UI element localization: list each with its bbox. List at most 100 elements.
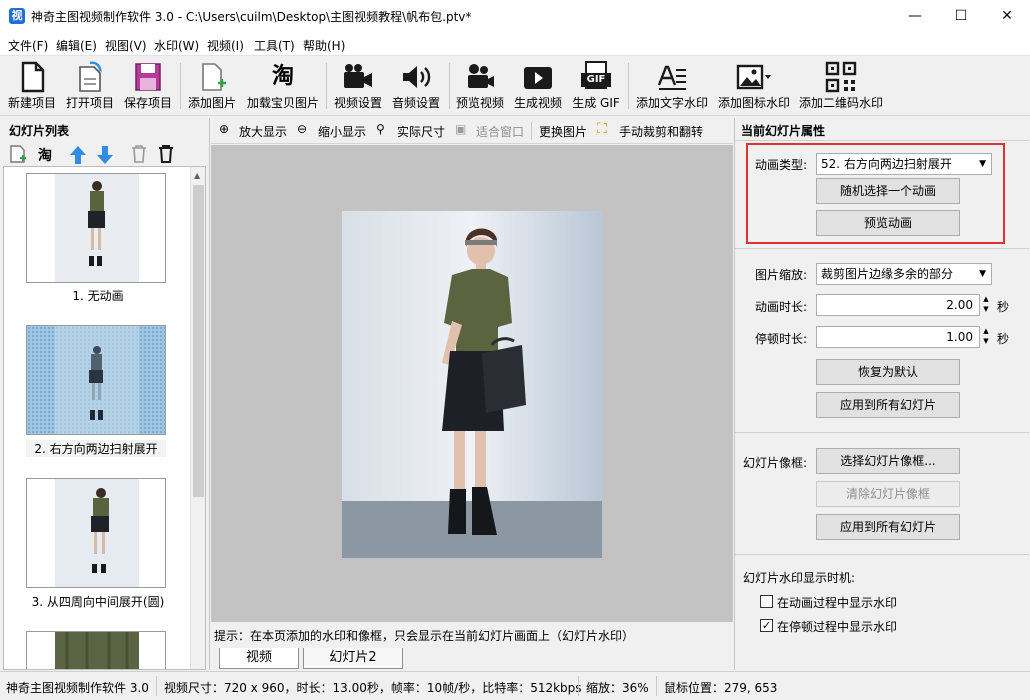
fit-window-icon: ▣: [455, 122, 467, 136]
save-disk-icon: [135, 63, 161, 91]
preview-video-label: 预览视频: [455, 96, 504, 110]
restore-default-button[interactable]: 恢复为默认: [816, 359, 960, 385]
slide-thumbnail-3[interactable]: [26, 478, 166, 588]
slide-thumbnail-1[interactable]: [26, 173, 166, 283]
status-separator: [656, 676, 657, 696]
load-taobao-label: 加载宝贝图片: [246, 96, 319, 110]
show-during-pause-label[interactable]: 在停顿过程中显示水印: [777, 618, 897, 635]
zoom-in-button[interactable]: 放大显示: [239, 123, 287, 140]
scroll-up-icon[interactable]: ▲: [194, 171, 200, 180]
show-during-animation-label[interactable]: 在动画过程中显示水印: [777, 594, 897, 611]
tab-video[interactable]: 视频: [219, 648, 299, 669]
fit-window-button[interactable]: 适合窗口: [476, 123, 524, 140]
add-qr-watermark-button[interactable]: 添加二维码水印: [796, 59, 886, 113]
open-project-button[interactable]: 打开项目: [62, 59, 118, 113]
divider: [735, 432, 1029, 433]
slide-thumbnail-4[interactable]: [26, 631, 166, 669]
check-icon: ✓: [761, 619, 772, 632]
audio-settings-label: 音频设置: [391, 96, 440, 110]
new-project-button[interactable]: 新建项目: [4, 59, 60, 113]
chevron-down-icon: ▼: [979, 269, 986, 279]
status-bar: 神奇主图视频制作软件 3.0 视频尺寸：720 x 960，时长：13.00秒，…: [0, 671, 1030, 700]
menu-bar: 文件(F) 编辑(E) 视图(V) 水印(W) 视频(I) 工具(T) 帮助(H…: [0, 32, 1030, 56]
maximize-button[interactable]: ☐: [938, 0, 984, 32]
delete-icon[interactable]: [130, 144, 148, 164]
video-camera-icon: [344, 64, 372, 88]
save-project-button[interactable]: 保存项目: [120, 59, 176, 113]
video-settings-label: 视频设置: [333, 96, 382, 110]
minimize-button[interactable]: —: [892, 0, 938, 32]
move-up-icon[interactable]: [68, 144, 88, 166]
menu-tools[interactable]: 工具(T): [254, 37, 295, 54]
taobao-small-icon[interactable]: 淘: [38, 145, 52, 165]
menu-view[interactable]: 视图(V): [105, 37, 147, 54]
audio-settings-button[interactable]: 音频设置: [388, 59, 444, 113]
generate-video-label: 生成视频: [513, 96, 562, 110]
add-text-watermark-label: 添加文字水印: [635, 96, 708, 110]
image-scale-label: 图片缩放:: [755, 268, 808, 282]
menu-watermark[interactable]: 水印(W): [154, 37, 199, 54]
slide-image-3: [55, 479, 139, 587]
anim-duration-stepper[interactable]: ▲ ▼: [980, 294, 992, 316]
status-separator: [156, 676, 157, 696]
generate-gif-button[interactable]: GIF 生成 GIF: [568, 59, 624, 113]
show-during-animation-checkbox[interactable]: [760, 595, 773, 608]
model-photo: [342, 211, 602, 558]
add-qr-watermark-label: 添加二维码水印: [798, 96, 883, 110]
hint-text: 提示：在本页添加的水印和像框，只会显示在当前幻灯片画面上（幻灯片水印）: [214, 629, 635, 643]
bottom-tabs: 视频 幻灯片2: [211, 646, 733, 670]
play-video-icon: [524, 67, 552, 89]
menu-edit[interactable]: 编辑(E): [56, 37, 97, 54]
add-icon-watermark-button[interactable]: 添加图标水印: [714, 59, 794, 113]
menu-file[interactable]: 文件(F): [8, 37, 48, 54]
slide-image-1: [55, 174, 139, 282]
window-title: 神奇主图视频制作软件 3.0 - C:\Users\cuilm\Desktop\…: [31, 10, 472, 24]
slide-thumbnail-2[interactable]: [26, 325, 166, 435]
move-down-icon[interactable]: [95, 144, 115, 166]
replace-image-button[interactable]: 更换图片: [539, 123, 587, 140]
add-image-button[interactable]: 添加图片: [184, 59, 240, 113]
status-separator: [578, 676, 579, 696]
add-icon-watermark-label: 添加图标水印: [717, 96, 790, 110]
close-button[interactable]: ✕: [984, 0, 1030, 32]
add-slide-icon[interactable]: [8, 144, 28, 164]
delete-all-icon[interactable]: [157, 144, 175, 164]
preview-video-button[interactable]: 预览视频: [452, 59, 508, 113]
slide-preview-image[interactable]: [342, 211, 602, 558]
slide-list-scrollbar[interactable]: ▲: [190, 167, 205, 669]
watermark-timing-label: 幻灯片水印显示时机:: [743, 571, 856, 585]
video-settings-button[interactable]: 视频设置: [330, 59, 386, 113]
clear-frame-button[interactable]: 清除幻灯片像框: [816, 481, 960, 507]
gif-icon: GIF: [581, 61, 611, 91]
qr-code-icon: [825, 61, 857, 93]
anim-duration-label: 动画时长:: [755, 300, 808, 314]
menu-help[interactable]: 帮助(H): [303, 37, 345, 54]
add-text-watermark-button[interactable]: 添加文字水印: [632, 59, 712, 113]
apply-all-frame-button[interactable]: 应用到所有幻灯片: [816, 514, 960, 540]
actual-size-button[interactable]: 实际尺寸: [397, 123, 445, 140]
generate-video-button[interactable]: 生成视频: [510, 59, 566, 113]
status-video-info: 视频尺寸：720 x 960，时长：13.00秒，帧率：10帧/秒，比特率：51…: [164, 681, 582, 695]
divider: [735, 248, 1029, 249]
image-watermark-icon: [736, 64, 771, 90]
main-toolbar: 新建项目 打开项目 保存项目 添加图片 淘 加载宝贝图片 视频设置 音频设置 预…: [0, 57, 1030, 116]
crop-rotate-button[interactable]: 手动裁剪和翻转: [619, 123, 703, 140]
slide-image-4: [55, 632, 139, 669]
show-during-pause-checkbox[interactable]: ✓: [760, 619, 773, 632]
menu-video[interactable]: 视频(I): [207, 37, 244, 54]
pause-duration-input[interactable]: 1.00: [816, 326, 980, 348]
tab-slide-2[interactable]: 幻灯片2: [303, 648, 403, 669]
load-taobao-button[interactable]: 淘 加载宝贝图片: [243, 59, 323, 113]
new-project-label: 新建项目: [7, 96, 56, 110]
choose-frame-button[interactable]: 选择幻灯片像框...: [816, 448, 960, 474]
image-scale-select[interactable]: 裁剪图片边缘多余的部分 ▼: [816, 263, 992, 285]
anim-duration-input[interactable]: 2.00: [816, 294, 980, 316]
search-zoom-icon: ⚲: [376, 122, 385, 136]
pause-duration-stepper[interactable]: ▲ ▼: [980, 326, 992, 348]
apply-all-slides-button[interactable]: 应用到所有幻灯片: [816, 392, 960, 418]
scrollbar-thumb[interactable]: [193, 185, 204, 497]
slide-list[interactable]: 1. 无动画 2. 右方向两边扫射展开 3. 从四周向中间展开(圆) ▲: [3, 166, 206, 670]
zoom-out-button[interactable]: 缩小显示: [318, 123, 366, 140]
status-app: 神奇主图视频制作软件 3.0: [6, 681, 149, 695]
seconds-unit: 秒: [997, 300, 1010, 314]
